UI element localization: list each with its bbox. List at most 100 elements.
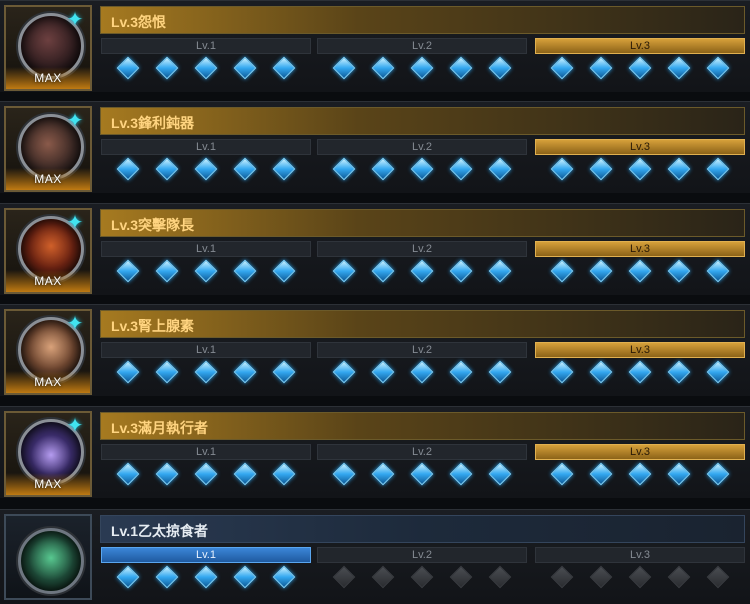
gem-icon (706, 462, 729, 486)
tier-label: Lv.2 (317, 547, 527, 563)
gem-icon (667, 259, 691, 283)
gem-icon (410, 360, 434, 384)
tier-lv3[interactable]: Lv.3 (535, 444, 745, 490)
skill-title-bar: Lv.3突擊隊長 (100, 209, 745, 237)
gem-icon (194, 360, 218, 384)
gem-icon (233, 360, 257, 384)
tier-lv1[interactable]: Lv.1 (101, 342, 311, 388)
tier-lv2[interactable]: Lv.2 (317, 547, 527, 593)
tier-label: Lv.3 (535, 342, 745, 358)
skill-title: Lv.3鋒利鈍器 (111, 115, 194, 131)
tier-lv3[interactable]: Lv.3 (535, 342, 745, 388)
gem-icon (628, 56, 652, 80)
tier-lv2[interactable]: Lv.2 (317, 139, 527, 185)
gem-icon (233, 56, 257, 80)
gem-icon (272, 462, 295, 486)
gem-icon (667, 360, 691, 384)
tier-lv3[interactable]: Lv.3 (535, 139, 745, 185)
gem-icon (410, 565, 434, 589)
tier-lv3[interactable]: Lv.3 (535, 38, 745, 84)
tier-lv2[interactable]: Lv.2 (317, 342, 527, 388)
skill-row[interactable]: ✦ MAX Lv.3怨恨 Lv.1 Lv.2 Lv.3 (0, 0, 750, 92)
gem-icon (628, 259, 652, 283)
gem-icon (371, 259, 395, 283)
gem-icon (488, 565, 511, 589)
gem-icon (589, 360, 613, 384)
skill-row[interactable]: ✦ MAX Lv.3滿月執行者 Lv.1 Lv.2 Lv.3 (0, 406, 750, 498)
gem-icon (488, 259, 511, 283)
gem-icon (628, 565, 652, 589)
gem-icon (628, 157, 652, 181)
tier-lv3[interactable]: Lv.3 (535, 241, 745, 287)
skill-icon-frame[interactable]: ✦ MAX (4, 411, 92, 497)
skill-row[interactable]: ✦ MAX Lv.3鋒利鈍器 Lv.1 Lv.2 Lv.3 (0, 101, 750, 193)
max-label: MAX (34, 375, 62, 389)
skill-row[interactable]: Lv.1乙太掠食者 Lv.1 Lv.2 Lv.3 (0, 509, 750, 604)
skill-icon-frame[interactable]: ✦ MAX (4, 309, 92, 395)
gem-icon (155, 565, 179, 589)
tier-lv1[interactable]: Lv.1 (101, 241, 311, 287)
gem-icon (667, 462, 691, 486)
gem-icon (551, 565, 574, 589)
tier-label: Lv.3 (535, 547, 745, 563)
gem-icon (667, 56, 691, 80)
gem-icon (194, 56, 218, 80)
tier-lv1[interactable]: Lv.1 (101, 547, 311, 593)
gem-icon (706, 56, 729, 80)
sparkle-icon: ✦ (66, 313, 84, 335)
gem-icon (449, 462, 473, 486)
tier-lv1[interactable]: Lv.1 (101, 139, 311, 185)
skill-list: ✦ MAX Lv.3怨恨 Lv.1 Lv.2 Lv.3 ✦ MAX Lv.3鋒利 (0, 0, 750, 604)
gem-icon (551, 360, 574, 384)
skill-icon-frame[interactable]: ✦ MAX (4, 208, 92, 294)
skill-row[interactable]: ✦ MAX Lv.3突擊隊長 Lv.1 Lv.2 Lv.3 (0, 203, 750, 295)
gem-icon (333, 565, 356, 589)
gem-icon (667, 157, 691, 181)
tier-lv2[interactable]: Lv.2 (317, 241, 527, 287)
gem-icon (449, 157, 473, 181)
skill-icon-frame[interactable]: ✦ MAX (4, 106, 92, 192)
gem-icon (333, 259, 356, 283)
skill-title: Lv.3腎上腺素 (111, 318, 194, 334)
gem-icon (233, 259, 257, 283)
gem-icon (117, 259, 140, 283)
gem-icon (628, 462, 652, 486)
gem-icon (272, 259, 295, 283)
gem-icon (589, 259, 613, 283)
gem-icon (194, 157, 218, 181)
tier-label: Lv.3 (535, 38, 745, 54)
gem-icon (233, 565, 257, 589)
gem-icon (371, 360, 395, 384)
tier-label: Lv.2 (317, 241, 527, 257)
tier-lv1[interactable]: Lv.1 (101, 444, 311, 490)
tier-lv2[interactable]: Lv.2 (317, 38, 527, 84)
sparkle-icon: ✦ (66, 212, 84, 234)
tier-label: Lv.2 (317, 342, 527, 358)
skill-icon-frame[interactable] (4, 514, 92, 600)
skill-row[interactable]: ✦ MAX Lv.3腎上腺素 Lv.1 Lv.2 Lv.3 (0, 304, 750, 396)
sparkle-icon: ✦ (66, 110, 84, 132)
gem-icon (194, 462, 218, 486)
gem-icon (371, 462, 395, 486)
gem-icon (410, 259, 434, 283)
gem-icon (589, 56, 613, 80)
skill-title-bar: Lv.1乙太掠食者 (100, 515, 745, 543)
skill-icon-frame[interactable]: ✦ MAX (4, 5, 92, 91)
gem-icon (449, 259, 473, 283)
gem-icon (233, 462, 257, 486)
gem-icon (117, 56, 140, 80)
tier-lv2[interactable]: Lv.2 (317, 444, 527, 490)
gem-icon (272, 565, 295, 589)
gem-icon (706, 157, 729, 181)
gem-icon (233, 157, 257, 181)
tier-lv3[interactable]: Lv.3 (535, 547, 745, 593)
gem-icon (272, 56, 295, 80)
gem-icon (551, 157, 574, 181)
gem-icon (117, 462, 140, 486)
tier-label: Lv.2 (317, 38, 527, 54)
gem-icon (410, 462, 434, 486)
tier-lv1[interactable]: Lv.1 (101, 38, 311, 84)
gem-icon (272, 157, 295, 181)
tier-label: Lv.1 (101, 139, 311, 155)
tier-label: Lv.1 (101, 38, 311, 54)
